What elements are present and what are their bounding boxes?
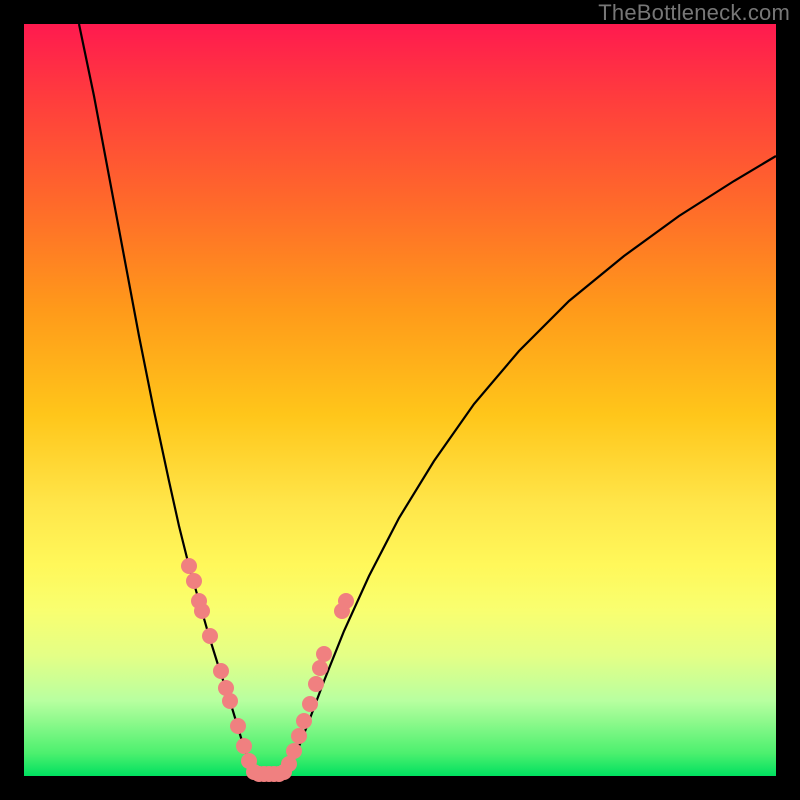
data-marker xyxy=(308,676,324,692)
data-marker xyxy=(194,603,210,619)
data-marker xyxy=(230,718,246,734)
data-marker xyxy=(316,646,332,662)
data-marker xyxy=(338,593,354,609)
curve-group xyxy=(79,24,776,776)
data-marker xyxy=(213,663,229,679)
data-marker xyxy=(286,743,302,759)
curve-right-branch xyxy=(284,156,776,776)
data-marker xyxy=(302,696,318,712)
data-marker xyxy=(296,713,312,729)
data-marker xyxy=(186,573,202,589)
data-marker xyxy=(222,693,238,709)
curve-left-branch xyxy=(79,24,254,776)
data-marker xyxy=(312,660,328,676)
data-marker xyxy=(202,628,218,644)
data-marker xyxy=(181,558,197,574)
data-marker xyxy=(236,738,252,754)
data-marker xyxy=(291,728,307,744)
chart-svg xyxy=(24,24,776,776)
chart-frame: TheBottleneck.com xyxy=(0,0,800,800)
watermark-text: TheBottleneck.com xyxy=(598,0,790,26)
